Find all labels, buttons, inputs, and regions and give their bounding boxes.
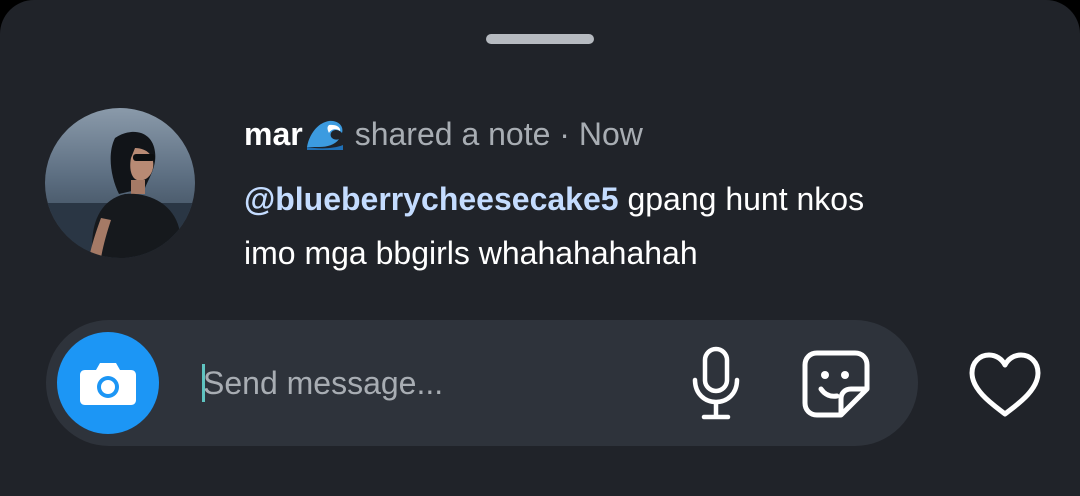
note-content: @blueberrycheesecake5 gpang hunt nkos im…	[244, 172, 1004, 280]
camera-button[interactable]	[57, 332, 159, 434]
text-caret	[202, 364, 205, 402]
heart-icon	[969, 352, 1041, 417]
note-reply-sheet: mar shared a note · Now @blueberrycheese…	[0, 0, 1080, 496]
note-line-1: @blueberrycheesecake5 gpang hunt nkos	[244, 172, 1004, 226]
note-time: Now	[578, 116, 643, 152]
note-line-2: imo mga bbgirls whahahahahah	[244, 235, 698, 271]
drag-handle[interactable]	[486, 34, 594, 44]
avatar-photo	[45, 108, 195, 258]
microphone-icon	[692, 346, 740, 420]
note-body: gpang hunt nkos	[618, 181, 865, 217]
sticker-icon	[802, 350, 870, 418]
message-input[interactable]	[201, 360, 623, 406]
message-composer	[46, 320, 918, 446]
author-name[interactable]: mar	[244, 112, 303, 156]
microphone-button[interactable]	[684, 346, 748, 422]
note-action: shared a note	[354, 116, 551, 152]
note-header: mar shared a note · Now	[244, 112, 643, 156]
sticker-button[interactable]	[800, 348, 872, 420]
wave-icon	[305, 117, 345, 151]
avatar[interactable]	[45, 108, 195, 258]
camera-icon	[80, 363, 136, 405]
separator: ·	[550, 116, 579, 152]
mention-link[interactable]: @blueberrycheesecake5	[244, 181, 619, 217]
like-button[interactable]	[966, 350, 1044, 420]
